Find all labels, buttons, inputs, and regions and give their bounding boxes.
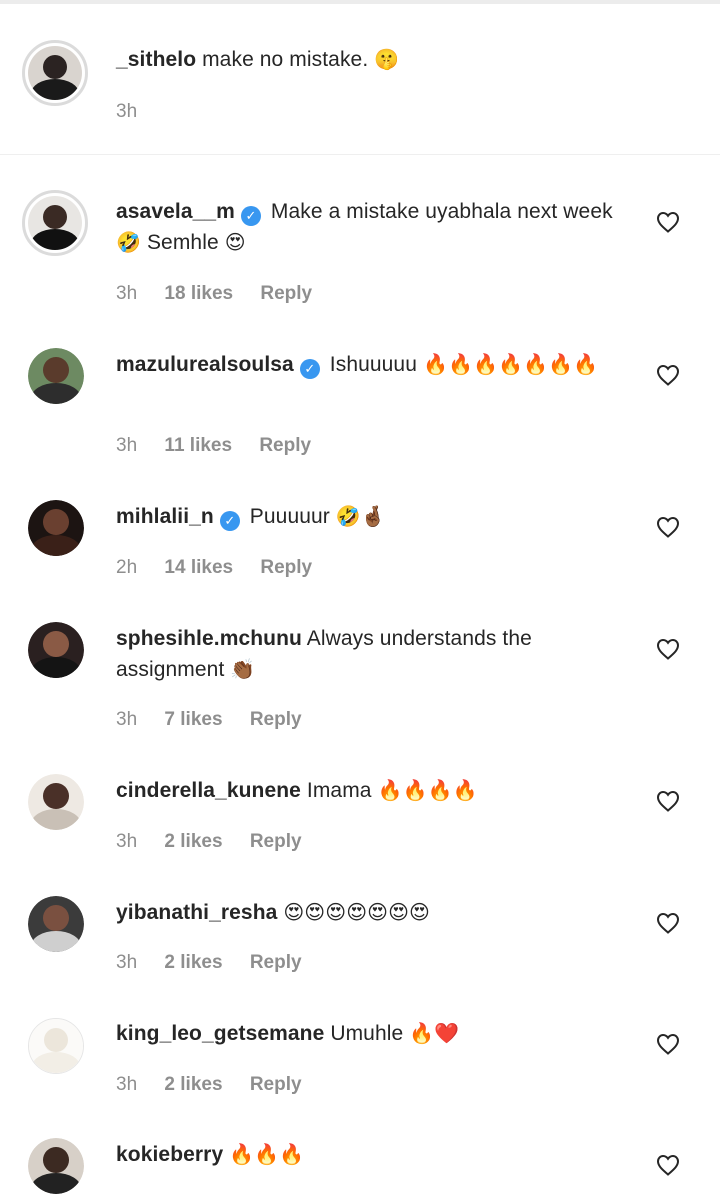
fire-emoji: 🔥🔥🔥 xyxy=(229,1142,305,1166)
shushing-face-emoji: 🤫 xyxy=(374,47,400,71)
comment-username[interactable]: kokieberry xyxy=(116,1143,223,1166)
comment-time: 2h xyxy=(116,557,138,578)
comment-text: mazulurealsoulsa ✓ Ishuuuuu 🔥🔥🔥🔥🔥🔥🔥 xyxy=(116,349,636,380)
comment-text: mihlalii_n ✓ Puuuuur 🤣🤞🏾 xyxy=(116,501,636,532)
likes-count[interactable]: 2 likes xyxy=(164,952,222,973)
avatar[interactable] xyxy=(28,348,84,404)
heart-eyes-emoji: 😍 xyxy=(224,230,246,254)
comment-time: 3h xyxy=(116,1074,138,1095)
comment-text: sphesihle.mchunu Always understands the … xyxy=(116,623,636,685)
reply-button[interactable]: Reply xyxy=(250,831,302,852)
fire-emoji: 🔥🔥🔥🔥🔥🔥🔥 xyxy=(422,352,598,376)
reply-button[interactable]: Reply xyxy=(260,557,312,578)
avatar[interactable] xyxy=(28,500,84,556)
likes-count[interactable]: 2 likes xyxy=(164,1074,222,1095)
comment-text: asavela__m ✓ Make a mistake uyabhala next… xyxy=(116,196,636,258)
comment-meta: 3h 2 likes Reply xyxy=(116,1073,324,1097)
reply-button[interactable]: Reply xyxy=(260,283,312,304)
comment-body: Make a mistake uyabhala next week xyxy=(270,200,613,223)
heart-outline-icon[interactable] xyxy=(656,912,680,934)
comment-body: Umuhle xyxy=(330,1022,404,1045)
comment-body-2: Semhle xyxy=(146,231,219,254)
caption-time: 3h xyxy=(116,101,138,122)
reply-button[interactable]: Reply xyxy=(250,709,302,730)
comment-time: 3h xyxy=(116,283,138,304)
comment-meta: 3h 7 likes Reply xyxy=(116,708,324,732)
verified-badge-icon: ✓ xyxy=(219,511,240,531)
comment-body: Imama xyxy=(306,779,372,802)
heart-outline-icon[interactable] xyxy=(656,364,680,386)
likes-count[interactable]: 7 likes xyxy=(164,709,222,730)
comment-text: king_leo_getsemane Umuhle 🔥❤️ xyxy=(116,1018,636,1049)
comment-text: kokieberry 🔥🔥🔥 xyxy=(116,1139,636,1170)
avatar[interactable] xyxy=(22,190,88,256)
fire-emoji: 🔥🔥🔥🔥 xyxy=(377,778,478,802)
comment-username[interactable]: mihlalii_n xyxy=(116,505,214,528)
laughing-emoji: 🤣 xyxy=(116,230,142,254)
comment-meta: 3h 2 likes Reply xyxy=(116,830,324,854)
caption-body: make no mistake. xyxy=(202,48,369,71)
comment-time: 3h xyxy=(116,709,138,730)
caption-username[interactable]: _sithelo xyxy=(116,48,196,71)
comment-text: cinderella_kunene Imama 🔥🔥🔥🔥 xyxy=(116,775,636,806)
avatar[interactable] xyxy=(28,1018,84,1074)
heart-outline-icon[interactable] xyxy=(656,211,680,233)
likes-count[interactable]: 11 likes xyxy=(164,435,232,456)
reply-button[interactable]: Reply xyxy=(259,435,311,456)
avatar[interactable] xyxy=(28,774,84,830)
comment-time: 3h xyxy=(116,831,138,852)
clapping-emoji: 👏🏾 xyxy=(230,657,256,681)
reply-button[interactable]: Reply xyxy=(250,1074,302,1095)
comment-body: Ishuuuuu xyxy=(329,353,417,376)
comment-text: yibanathi_resha 😍😍😍😍😍😍😍 xyxy=(116,897,636,928)
comment-username[interactable]: mazulurealsoulsa xyxy=(116,353,294,376)
comment-username[interactable]: asavela__m xyxy=(116,200,235,223)
avatar[interactable] xyxy=(28,622,84,678)
comment-username[interactable]: king_leo_getsemane xyxy=(116,1022,324,1045)
heart-outline-icon[interactable] xyxy=(656,790,680,812)
comment-time: 3h xyxy=(116,435,138,456)
comment-username[interactable]: cinderella_kunene xyxy=(116,779,301,802)
likes-count[interactable]: 2 likes xyxy=(164,831,222,852)
avatar[interactable] xyxy=(28,1138,84,1194)
fire-heart-emoji: 🔥❤️ xyxy=(409,1021,460,1045)
verified-badge-icon: ✓ xyxy=(240,206,261,226)
heart-outline-icon[interactable] xyxy=(656,1154,680,1176)
post-caption: _sithelo make no mistake. 🤫 3h xyxy=(0,4,720,155)
likes-count[interactable]: 18 likes xyxy=(164,283,233,304)
caption-meta: 3h xyxy=(116,100,159,124)
heart-eyes-emoji: 😍😍😍😍😍😍😍 xyxy=(283,900,430,924)
comment-body: Puuuuur xyxy=(249,505,330,528)
comment-meta: 3h 2 likes Reply xyxy=(116,951,324,975)
comment-username[interactable]: sphesihle.mchunu xyxy=(116,627,302,650)
caption-text: _sithelo make no mistake. 🤫 xyxy=(116,44,636,75)
laughing-emoji: 🤣🤞🏾 xyxy=(335,504,386,528)
heart-outline-icon[interactable] xyxy=(656,638,680,660)
likes-count[interactable]: 14 likes xyxy=(164,557,233,578)
avatar[interactable] xyxy=(22,40,88,106)
comment-meta: 3h 11 likes Reply xyxy=(116,434,333,458)
heart-outline-icon[interactable] xyxy=(656,516,680,538)
verified-badge-icon: ✓ xyxy=(299,359,320,379)
comment-username[interactable]: yibanathi_resha xyxy=(116,901,277,924)
avatar[interactable] xyxy=(28,896,84,952)
comment-meta: 2h 14 likes Reply xyxy=(116,556,334,580)
comment-time: 3h xyxy=(116,952,138,973)
comment-meta: 3h 18 likes Reply xyxy=(116,282,334,306)
reply-button[interactable]: Reply xyxy=(250,952,302,973)
heart-outline-icon[interactable] xyxy=(656,1033,680,1055)
